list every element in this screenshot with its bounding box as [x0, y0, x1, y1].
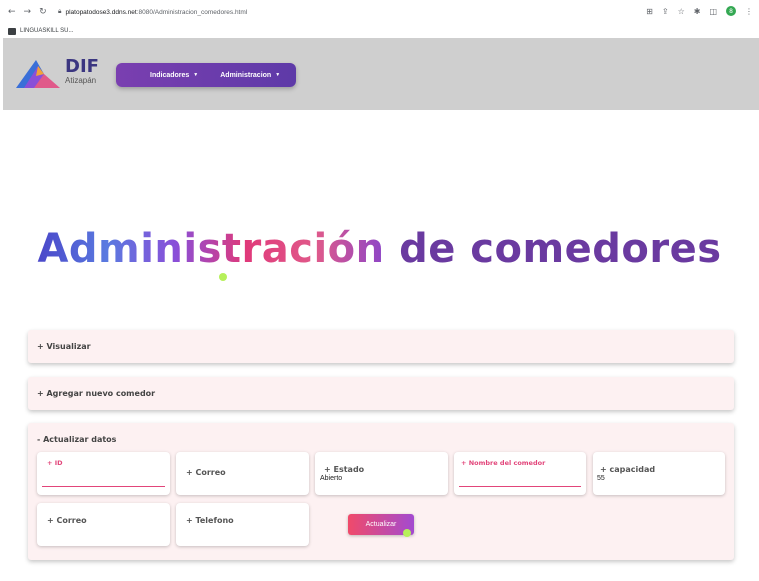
- estado-value: Abierto: [320, 475, 343, 482]
- site-header: DIF Atizapán Indicadores ▼ Administracio…: [3, 38, 759, 110]
- caret-down-icon: ▼: [275, 72, 281, 78]
- accordion-actualizar: - Actualizar datos + ID + Correo + Estad…: [28, 423, 734, 560]
- translate-icon[interactable]: ⊞: [646, 7, 653, 16]
- star-icon[interactable]: ☆: [678, 7, 685, 16]
- profile-avatar[interactable]: 8: [726, 6, 736, 16]
- accordion-actualizar-label[interactable]: - Actualizar datos: [28, 423, 734, 444]
- logo-title: DIF: [65, 56, 99, 77]
- page-title-part2: de comedores: [399, 226, 722, 272]
- id-field[interactable]: + ID: [37, 452, 170, 495]
- capacidad-field[interactable]: + capacidad 55: [593, 452, 725, 495]
- nav-indicadores[interactable]: Indicadores ▼: [150, 72, 198, 79]
- correo-label: + Correo: [186, 468, 226, 477]
- logo-text: DIF Atizapán: [65, 56, 99, 86]
- browser-nav: ← → ↻: [0, 7, 58, 17]
- bookmark-linguaskill[interactable]: LINGUASKILL SU...: [20, 28, 73, 34]
- bookmarks-bar: LINGUASKILL SU...: [0, 24, 759, 38]
- forward-icon[interactable]: →: [24, 7, 32, 17]
- correo-field[interactable]: + Correo: [176, 452, 309, 495]
- decorative-dot: [403, 529, 411, 537]
- address-bar[interactable]: 🔒︎ platopatodose3.ddns.net:8080/Administ…: [58, 8, 247, 16]
- url-path: :8080/Administracion_comedores.html: [136, 8, 248, 16]
- nav-indicadores-label: Indicadores: [150, 71, 190, 79]
- accordion-agregar-label: + Agregar nuevo comedor: [37, 389, 156, 398]
- correo2-field[interactable]: + Correo: [37, 503, 170, 546]
- accordion-visualizar[interactable]: + Visualizar: [28, 330, 734, 363]
- menu-icon[interactable]: ⋮: [745, 7, 753, 16]
- accordion-visualizar-label: + Visualizar: [37, 342, 91, 351]
- nombre-field[interactable]: + Nombre del comedor: [454, 452, 586, 495]
- capacidad-label: + capacidad: [600, 465, 656, 474]
- back-icon[interactable]: ←: [8, 7, 16, 17]
- capacidad-value: 55: [597, 475, 605, 482]
- caret-down-icon: ▼: [193, 72, 199, 78]
- telefono-label: + Telefono: [186, 516, 234, 525]
- nav-administracion-label: Administracion: [220, 71, 272, 79]
- estado-field[interactable]: + Estado Abierto: [315, 452, 448, 495]
- logo-subtitle: Atizapán: [65, 76, 97, 85]
- correo2-label: + Correo: [47, 516, 87, 525]
- nav-administracion[interactable]: Administracion ▼: [220, 72, 280, 79]
- browser-actions: ⊞ ⇪ ☆ ✱ ◫ 8 ⋮: [646, 6, 753, 16]
- id-underline: [42, 486, 165, 487]
- telefono-field[interactable]: + Telefono: [176, 503, 309, 546]
- lock-icon: 🔒︎: [58, 8, 62, 15]
- id-label: + ID: [47, 459, 63, 467]
- sidepanel-icon[interactable]: ◫: [709, 7, 717, 16]
- dif-logo-icon: [16, 60, 60, 88]
- extensions-icon[interactable]: ✱: [694, 7, 701, 16]
- nombre-label: + Nombre del comedor: [461, 459, 546, 467]
- url-host: platopatodose3.ddns.net: [65, 8, 137, 16]
- page-title: Administración de comedores: [0, 226, 759, 272]
- bookmark-icon: [8, 27, 16, 35]
- reload-icon[interactable]: ↻: [39, 7, 47, 17]
- nombre-underline: [459, 486, 581, 487]
- estado-label: + Estado: [324, 465, 365, 474]
- main-nav: Indicadores ▼ Administracion ▼: [116, 63, 296, 87]
- accordion-agregar[interactable]: + Agregar nuevo comedor: [28, 377, 734, 410]
- decorative-dot: [219, 273, 227, 281]
- page-title-part1: Administración: [37, 226, 385, 272]
- share-icon[interactable]: ⇪: [662, 7, 669, 16]
- browser-toolbar: ← → ↻ 🔒︎ platopatodose3.ddns.net:8080/Ad…: [0, 0, 759, 24]
